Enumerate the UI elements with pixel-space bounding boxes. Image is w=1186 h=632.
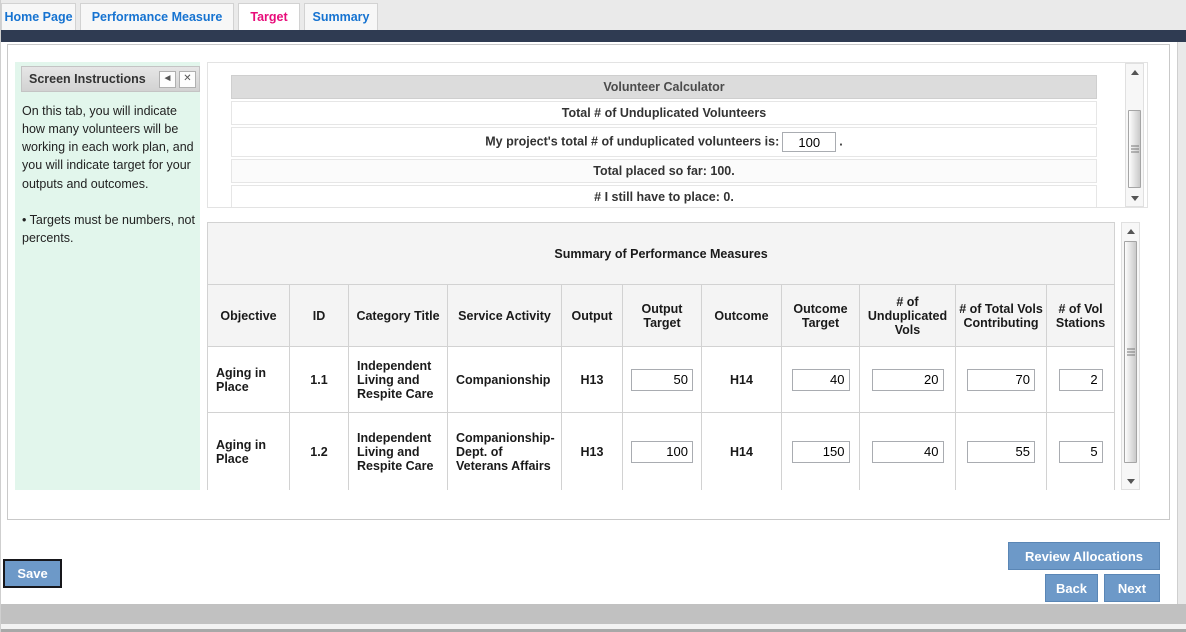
scroll-up-button[interactable] — [1126, 64, 1143, 80]
objective-cell: Aging in Place — [208, 347, 290, 413]
volunteer-calculator-table: Volunteer Calculator Total # of Unduplic… — [231, 75, 1097, 208]
col-header-objective: Objective — [208, 285, 290, 347]
tab-target[interactable]: Target — [238, 3, 300, 30]
col-header-unduplicated-vols: # of Unduplicated Vols — [860, 285, 956, 347]
tab-home-page[interactable]: Home Page — [1, 3, 76, 30]
total-placed-text: Total placed so far: 100. — [231, 159, 1097, 183]
vol-stations-input[interactable] — [1059, 441, 1103, 463]
screen-instructions-header: Screen Instructions ◄ ✕ — [21, 66, 200, 92]
category-cell: Independent Living and Respite Care — [349, 413, 448, 491]
col-header-outcome-target: Outcome Target — [782, 285, 860, 347]
objective-cell: Aging in Place — [208, 413, 290, 491]
outcome-cell: H14 — [702, 347, 782, 413]
unduplicated-vols-input[interactable] — [872, 369, 944, 391]
output-target-input[interactable] — [631, 369, 693, 391]
right-gutter — [1177, 42, 1186, 604]
tab-bar: Home Page Performance Measure Target Sum… — [1, 0, 1186, 30]
save-button[interactable]: Save — [3, 559, 62, 588]
back-button[interactable]: Back — [1045, 574, 1098, 602]
grip-icon — [1131, 149, 1139, 150]
performance-measures-table: Summary of Performance Measures Objectiv… — [207, 222, 1115, 490]
calculator-input-row: My project's total # of unduplicated vol… — [231, 127, 1097, 157]
col-header-output: Output — [562, 285, 623, 347]
col-header-output-target: Output Target — [623, 285, 702, 347]
col-header-total-vols-contributing: # of Total Vols Contributing — [956, 285, 1047, 347]
table-row: Aging in Place 1.2 Independent Living an… — [208, 413, 1115, 491]
next-button[interactable]: Next — [1104, 574, 1160, 602]
activity-cell: Companionship — [448, 347, 562, 413]
close-panel-button[interactable]: ✕ — [179, 71, 196, 88]
footer-bar — [1, 604, 1186, 624]
screen-instructions-title: Screen Instructions — [22, 72, 159, 86]
arrow-up-icon — [1127, 229, 1135, 234]
performance-table-scrollbar[interactable] — [1121, 222, 1140, 490]
outcome-cell: H14 — [702, 413, 782, 491]
category-cell: Independent Living and Respite Care — [349, 347, 448, 413]
volunteer-calculator-region: Volunteer Calculator Total # of Unduplic… — [207, 62, 1148, 208]
scroll-down-button[interactable] — [1122, 473, 1139, 489]
unduplicated-vols-input[interactable] — [872, 441, 944, 463]
close-icon: ✕ — [183, 74, 191, 84]
scrollbar-thumb[interactable] — [1124, 241, 1137, 463]
vol-stations-input[interactable] — [1059, 369, 1103, 391]
scroll-down-button[interactable] — [1126, 190, 1143, 206]
scrollbar-thumb[interactable] — [1128, 110, 1141, 188]
unduplicated-volunteers-input[interactable] — [782, 132, 836, 152]
tab-summary[interactable]: Summary — [304, 3, 378, 30]
total-vols-input[interactable] — [967, 441, 1035, 463]
col-header-id: ID — [290, 285, 349, 347]
activity-cell: Companionship-Dept. of Veterans Affairs — [448, 413, 562, 491]
col-header-outcome: Outcome — [702, 285, 782, 347]
calculator-subtitle: Total # of Unduplicated Volunteers — [231, 101, 1097, 125]
calculator-input-suffix: . — [839, 134, 842, 148]
calculator-title: Volunteer Calculator — [231, 75, 1097, 99]
arrow-down-icon — [1127, 479, 1135, 484]
col-header-service-activity: Service Activity — [448, 285, 562, 347]
tab-performance-measure[interactable]: Performance Measure — [80, 3, 234, 30]
col-header-vol-stations: # of Vol Stations — [1047, 285, 1115, 347]
calculator-scrollbar[interactable] — [1125, 63, 1144, 207]
output-cell: H13 — [562, 413, 623, 491]
performance-measures-title: Summary of Performance Measures — [208, 223, 1115, 285]
review-allocations-button[interactable]: Review Allocations — [1008, 542, 1160, 570]
outcome-target-input[interactable] — [792, 441, 850, 463]
still-to-place-text: # I still have to place: 0. — [231, 185, 1097, 208]
table-row: Aging in Place 1.1 Independent Living an… — [208, 347, 1115, 413]
outcome-target-input[interactable] — [792, 369, 850, 391]
arrow-up-icon — [1131, 70, 1139, 75]
col-header-category-title: Category Title — [349, 285, 448, 347]
instructions-paragraph: On this tab, you will indicate how many … — [22, 102, 195, 193]
scroll-up-button[interactable] — [1122, 223, 1139, 239]
instructions-note: • Targets must be numbers, not percents. — [22, 211, 195, 247]
calculator-input-label: My project's total # of unduplicated vol… — [485, 134, 779, 148]
collapse-panel-button[interactable]: ◄ — [159, 71, 176, 88]
arrow-down-icon — [1131, 196, 1139, 201]
collapse-arrow-icon: ◄ — [163, 74, 173, 84]
output-target-input[interactable] — [631, 441, 693, 463]
header-divider-bar — [1, 30, 1186, 42]
total-vols-input[interactable] — [967, 369, 1035, 391]
performance-measures-region: Summary of Performance Measures Objectiv… — [207, 222, 1148, 490]
id-cell: 1.2 — [290, 413, 349, 491]
output-cell: H13 — [562, 347, 623, 413]
grip-icon — [1127, 352, 1135, 353]
screen-instructions-panel: Screen Instructions ◄ ✕ On this tab, you… — [15, 62, 200, 490]
id-cell: 1.1 — [290, 347, 349, 413]
